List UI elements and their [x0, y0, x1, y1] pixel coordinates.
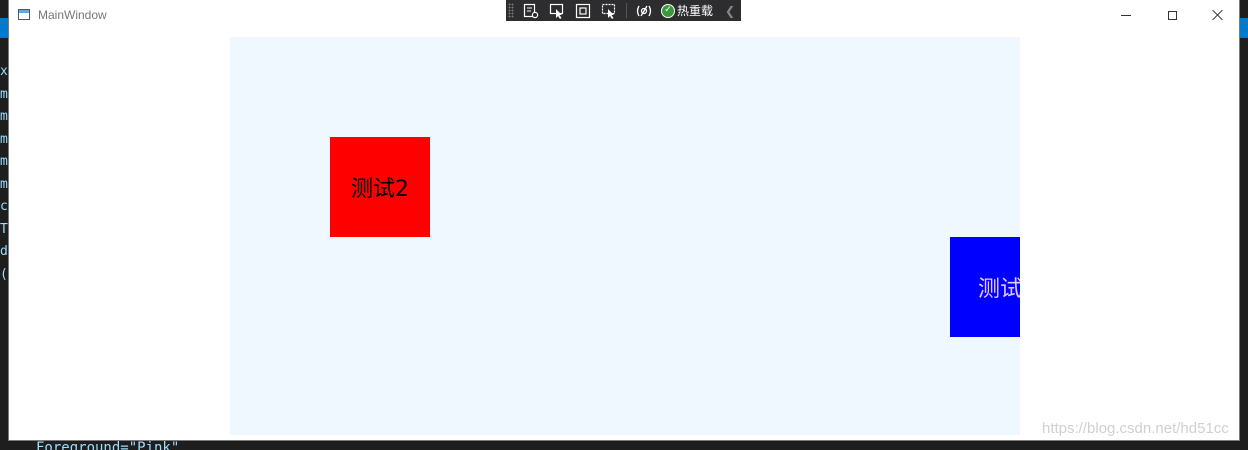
code-line: m [0, 131, 8, 147]
main-window: MainWindow 测试2 测试 [8, 0, 1240, 441]
canvas-area: 测试2 测试 [230, 37, 1020, 435]
maximize-button[interactable] [1149, 0, 1195, 30]
xaml-debug-toolbar: ✓ 热重载 ❮ [506, 0, 741, 21]
maximize-icon [1167, 10, 1177, 20]
editor-tab-strip [0, 18, 8, 38]
close-icon [1212, 9, 1224, 21]
code-bottom-line: Foreground="Pink" [36, 441, 180, 450]
code-line: d [0, 244, 8, 259]
minimize-button[interactable] [1103, 0, 1149, 30]
binding-failures-icon[interactable] [633, 0, 655, 21]
test-box-red[interactable]: 测试2 [330, 137, 430, 237]
live-visual-tree-icon[interactable] [520, 0, 542, 21]
track-focus-icon[interactable] [598, 0, 620, 21]
code-line: c [0, 199, 8, 214]
minimize-icon [1121, 14, 1131, 16]
code-line: T [0, 221, 8, 237]
code-line: m [0, 176, 8, 192]
editor-tab-strip-right [1240, 18, 1248, 38]
hot-reload-label: 热重载 [677, 4, 714, 18]
code-line: m [0, 154, 8, 169]
code-line: m [0, 109, 8, 124]
close-button[interactable] [1195, 0, 1241, 30]
app-window-icon [18, 9, 30, 20]
test-box-red-label: 测试2 [351, 177, 409, 202]
collapse-toolbar-icon[interactable]: ❮ [725, 4, 735, 18]
display-adorners-icon[interactable] [572, 0, 594, 21]
toolbar-grip[interactable] [508, 3, 514, 18]
code-line: x [0, 64, 8, 79]
code-line: m [0, 86, 8, 102]
window-title: MainWindow [38, 8, 107, 22]
watermark-text: https://blog.csdn.net/hd51cc [1042, 420, 1229, 437]
toolbar-separator [626, 3, 627, 18]
test-box-blue-label: 测试 [977, 277, 1020, 302]
select-element-icon[interactable] [546, 0, 568, 21]
check-circle-icon: ✓ [661, 3, 675, 18]
code-line: ( [0, 266, 8, 282]
code-gutter: x m m m m m c T d ( [0, 64, 8, 289]
test-box-blue[interactable]: 测试 [950, 237, 1020, 337]
hot-reload-status[interactable]: ✓ 热重载 [661, 2, 713, 19]
